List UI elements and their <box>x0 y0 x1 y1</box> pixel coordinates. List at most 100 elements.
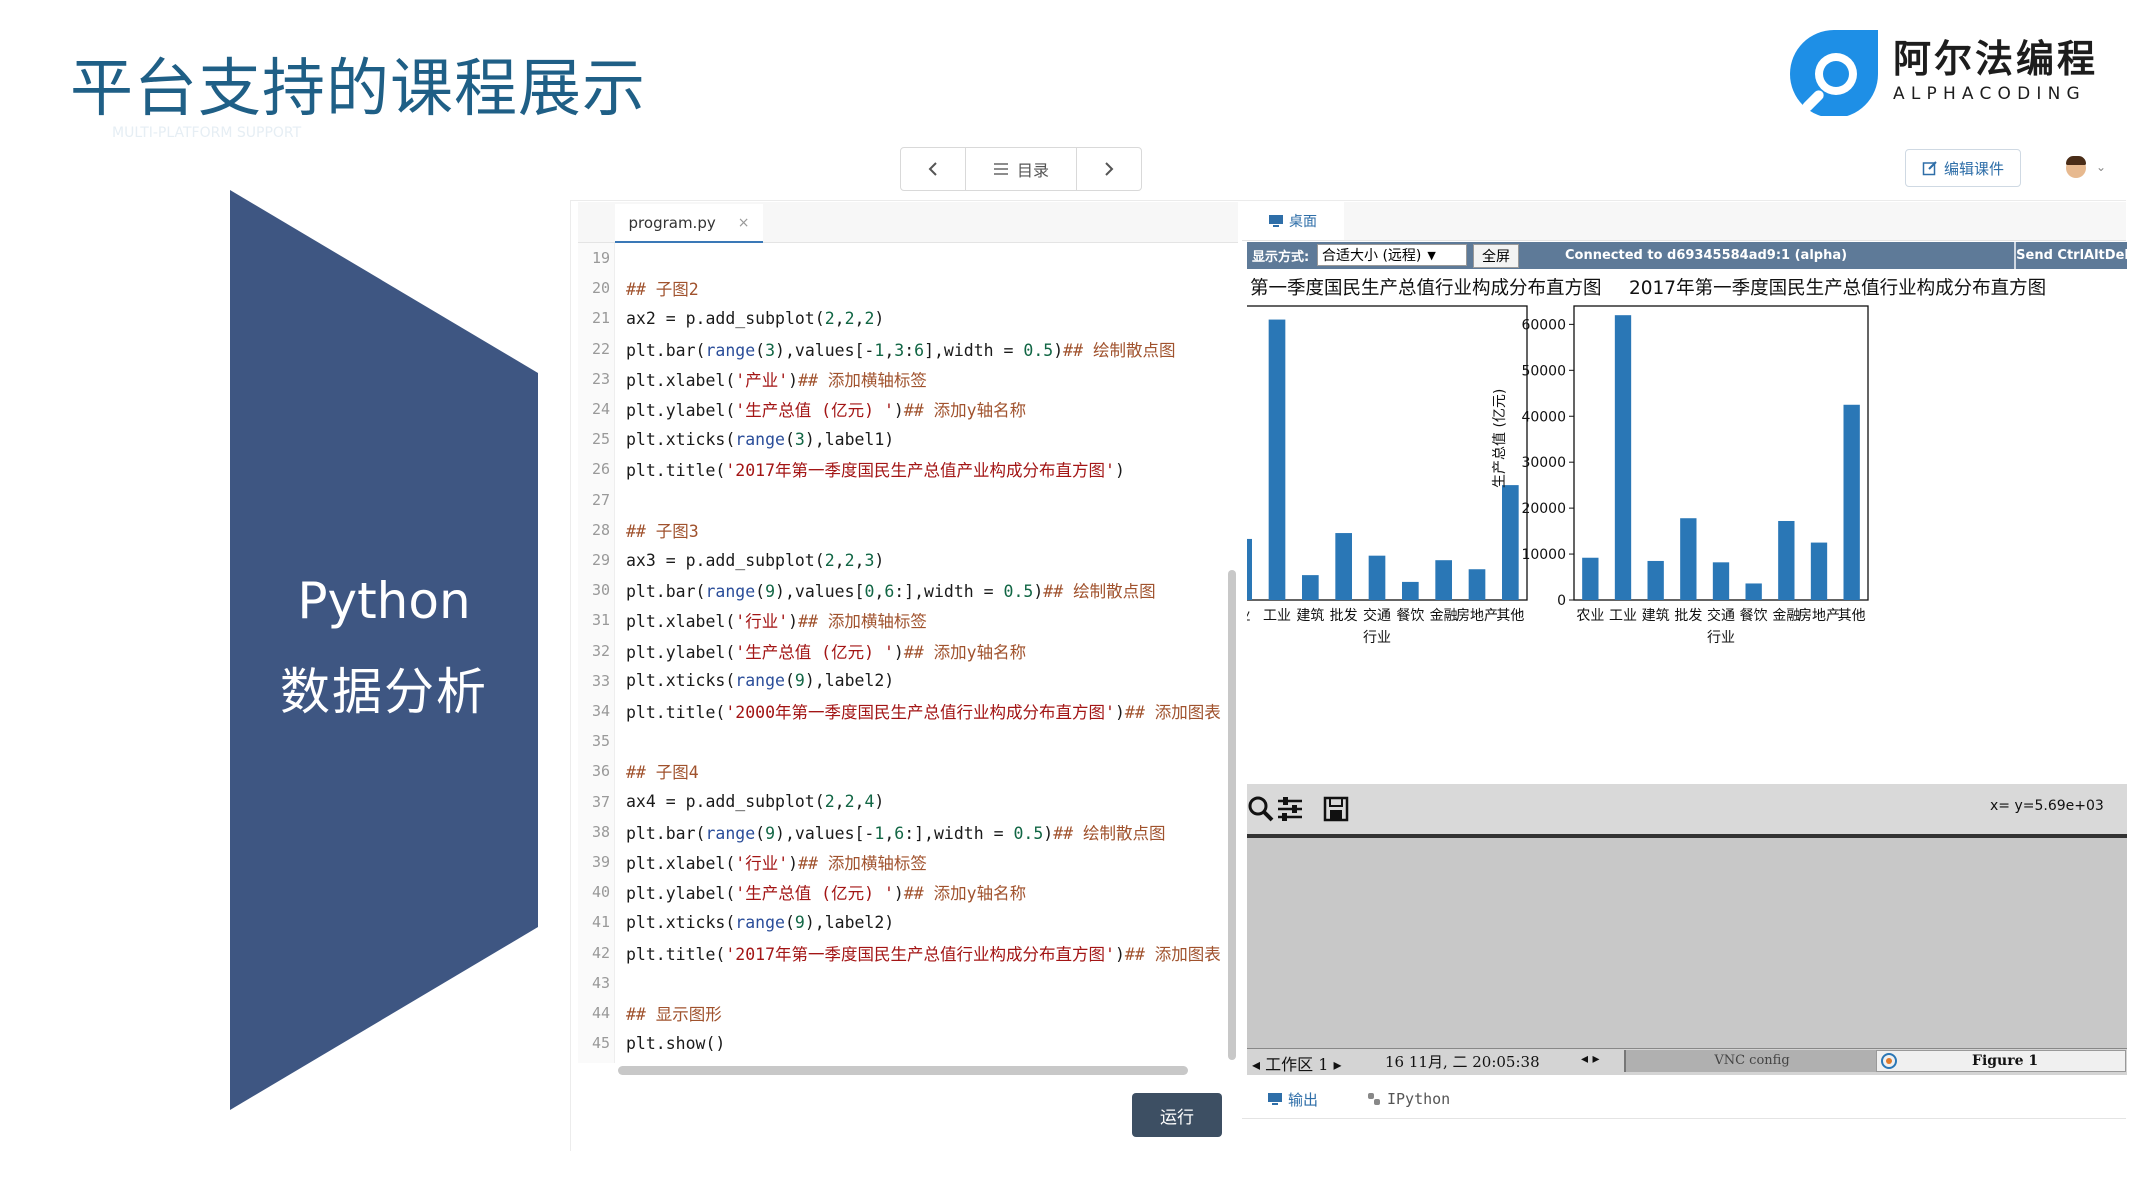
chart-1-frame <box>1247 305 1528 601</box>
code-token: plt.xlabel( <box>626 612 736 632</box>
line-number: 26 <box>591 460 610 479</box>
code-text: plt.xlabel('行业')## 添加横轴标签 <box>626 608 927 632</box>
code-line[interactable]: 42 plt.title('2017年第一季度国民生产总值行业构成分布直方图')#… <box>578 938 1228 968</box>
code-line[interactable]: 19 <box>578 243 1228 273</box>
run-button[interactable]: 运行 <box>1132 1093 1222 1137</box>
line-number: 25 <box>591 430 610 449</box>
code-line[interactable]: 44 ## 显示图形 <box>578 998 1228 1028</box>
code-token: 6 <box>914 340 925 360</box>
chart-2-tick-label: 餐饮 <box>1740 608 1768 624</box>
code-line[interactable]: 35 <box>578 726 1228 756</box>
code-line[interactable]: 32 plt.ylabel('生产总值 (亿元) ')## 添加y轴名称 <box>578 636 1228 666</box>
code-token: 0.5 <box>1023 340 1054 360</box>
taskbar-figure-window[interactable]: Figure 1 <box>1876 1050 2126 1072</box>
code-line[interactable]: 28 ## 子图3 <box>578 515 1228 545</box>
code-line[interactable]: 25 plt.xticks(range(3),label1) <box>578 424 1228 454</box>
code-token: 0.5 <box>1003 582 1034 602</box>
code-token: range <box>705 823 756 843</box>
code-line[interactable]: 23 plt.xlabel('产业')## 添加横轴标签 <box>578 364 1228 394</box>
code-text: plt.xlabel('产业')## 添加横轴标签 <box>626 367 927 391</box>
code-token: , <box>834 550 845 570</box>
code-token: plt.ylabel( <box>626 401 736 420</box>
course-toolbar <box>570 136 2126 201</box>
code-line[interactable]: 30 plt.bar(range(9),values[0,6:],width = … <box>578 575 1228 605</box>
code-line[interactable]: 27 <box>578 485 1228 515</box>
workspace-switcher[interactable]: ◂ 工作区 1 ▸ <box>1252 1051 1342 1075</box>
code-line[interactable]: 37 ax4 = p.add_subplot(2,2,4) <box>578 787 1228 817</box>
taskbar-vnc-config[interactable]: VNC config <box>1624 1050 1878 1072</box>
tab-ipython[interactable]: IPython <box>1367 1080 1450 1118</box>
file-tab-program[interactable]: program.py × <box>615 204 763 243</box>
code-line[interactable]: 29 ax3 = p.add_subplot(2,2,3) <box>578 545 1228 575</box>
save-icon[interactable] <box>1322 795 1350 823</box>
code-token: plt.show() <box>626 1033 726 1053</box>
code-token: 6 <box>894 823 905 843</box>
code-line[interactable]: 38 plt.bar(range(9),values[-1,6:],width =… <box>578 817 1228 847</box>
chart-2-xlabel: 行业 <box>1707 630 1735 646</box>
chevron-down-icon[interactable]: ⌄ <box>2096 160 2106 174</box>
code-token: ),label2) <box>804 912 895 932</box>
tab-output-label: 输出 <box>1288 1090 1319 1109</box>
chart-1-bar <box>1402 581 1419 600</box>
chevron-down-icon: ▼ <box>1427 248 1436 262</box>
chart-1-tick-label: 金融 <box>1430 608 1458 624</box>
tab-desktop-label: 桌面 <box>1289 214 1317 230</box>
code-token: ( <box>755 823 766 843</box>
chart-2-tick-label: 金融 <box>1772 608 1800 624</box>
line-number: 31 <box>591 611 610 630</box>
code-line[interactable]: 45 plt.show() <box>578 1028 1228 1058</box>
code-line[interactable]: 24 plt.ylabel('生产总值 (亿元) ')## 添加y轴名称 <box>578 394 1228 424</box>
code-line[interactable]: 21 ax2 = p.add_subplot(2,2,2) <box>578 303 1228 333</box>
tab-desktop[interactable]: 桌面 <box>1242 202 1344 240</box>
code-token: , <box>884 823 895 843</box>
code-token: ## 添加横轴标签 <box>798 854 927 873</box>
code-line[interactable]: 26 plt.title('2017年第一季度国民生产总值产业构成分布直方图') <box>578 454 1228 484</box>
vnc-display-select[interactable]: 合适大小 (远程) ▼ <box>1317 244 1467 266</box>
code-text: plt.ylabel('生产总值 (亿元) ')## 添加y轴名称 <box>626 397 1026 421</box>
code-line[interactable]: 39 plt.xlabel('行业')## 添加横轴标签 <box>578 847 1228 877</box>
chart-1-bar <box>1502 485 1519 600</box>
taskbar-arrows[interactable]: ◂ ▸ <box>1581 1051 1600 1067</box>
code-text: plt.xlabel('行业')## 添加横轴标签 <box>626 850 927 874</box>
zoom-icon[interactable] <box>1247 795 1275 823</box>
prev-page-button[interactable] <box>901 148 966 190</box>
code-line[interactable]: 43 <box>578 968 1228 998</box>
code-line[interactable]: 33 plt.xticks(range(9),label2) <box>578 666 1228 696</box>
vnc-fullscreen-button[interactable]: 全屏 <box>1473 244 1519 268</box>
code-token: ## 绘制散点图 <box>1063 340 1176 360</box>
editor-vertical-scrollbar[interactable] <box>1228 570 1236 1060</box>
code-token: 9 <box>765 823 776 843</box>
code-line[interactable]: 36 ## 子图4 <box>578 756 1228 786</box>
tab-output[interactable]: 输出 <box>1268 1080 1318 1118</box>
code-line[interactable]: 41 plt.xticks(range(9),label2) <box>578 907 1228 937</box>
chart-1-tick-label: 建筑 <box>1296 608 1324 624</box>
chart-2-tick-label: 房地产 <box>1798 608 1840 624</box>
code-token: ## 添加横轴标签 <box>798 370 927 390</box>
chart-2-bar <box>1843 404 1860 600</box>
chart-2-bar <box>1810 542 1828 600</box>
code-line[interactable]: 40 plt.ylabel('生产总值 (亿元) ')## 添加y轴名称 <box>578 877 1228 907</box>
editor-horizontal-scrollbar[interactable] <box>618 1066 1188 1075</box>
line-number: 19 <box>591 249 610 267</box>
next-page-button[interactable] <box>1077 148 1141 190</box>
code-text: plt.xticks(range(9),label2) <box>626 913 894 932</box>
chart-2-bar <box>1614 315 1632 600</box>
chart-2-ytick-label: 0 <box>1557 593 1566 609</box>
code-line[interactable]: 34 plt.title('2000年第一季度国民生产总值行业构成分布直方图')#… <box>578 696 1228 726</box>
close-icon[interactable]: × <box>738 215 750 231</box>
code-line[interactable]: 20 ## 子图2 <box>578 273 1228 303</box>
code-token: , <box>884 340 895 360</box>
code-text: ax3 = p.add_subplot(2,2,3) <box>626 551 884 570</box>
code-token: plt.ylabel( <box>626 642 736 662</box>
code-token: plt.xticks( <box>626 429 736 449</box>
code-token: ( <box>784 429 795 449</box>
code-token: ) <box>874 550 885 570</box>
code-token: ## 绘制散点图 <box>1043 582 1156 602</box>
send-ctrl-alt-del-button[interactable]: Send CtrlAltDel <box>2014 242 2129 269</box>
configure-icon[interactable] <box>1276 795 1304 823</box>
edit-courseware-button[interactable]: 编辑课件 <box>1905 149 2021 187</box>
code-line[interactable]: 22 plt.bar(range(3),values[-1,3:6],width … <box>578 334 1228 364</box>
code-token: '2017年第一季度国民生产总值行业构成分布直方图' <box>725 944 1115 964</box>
catalog-button[interactable]: 目录 <box>966 148 1077 190</box>
code-line[interactable]: 31 plt.xlabel('行业')## 添加横轴标签 <box>578 605 1228 635</box>
